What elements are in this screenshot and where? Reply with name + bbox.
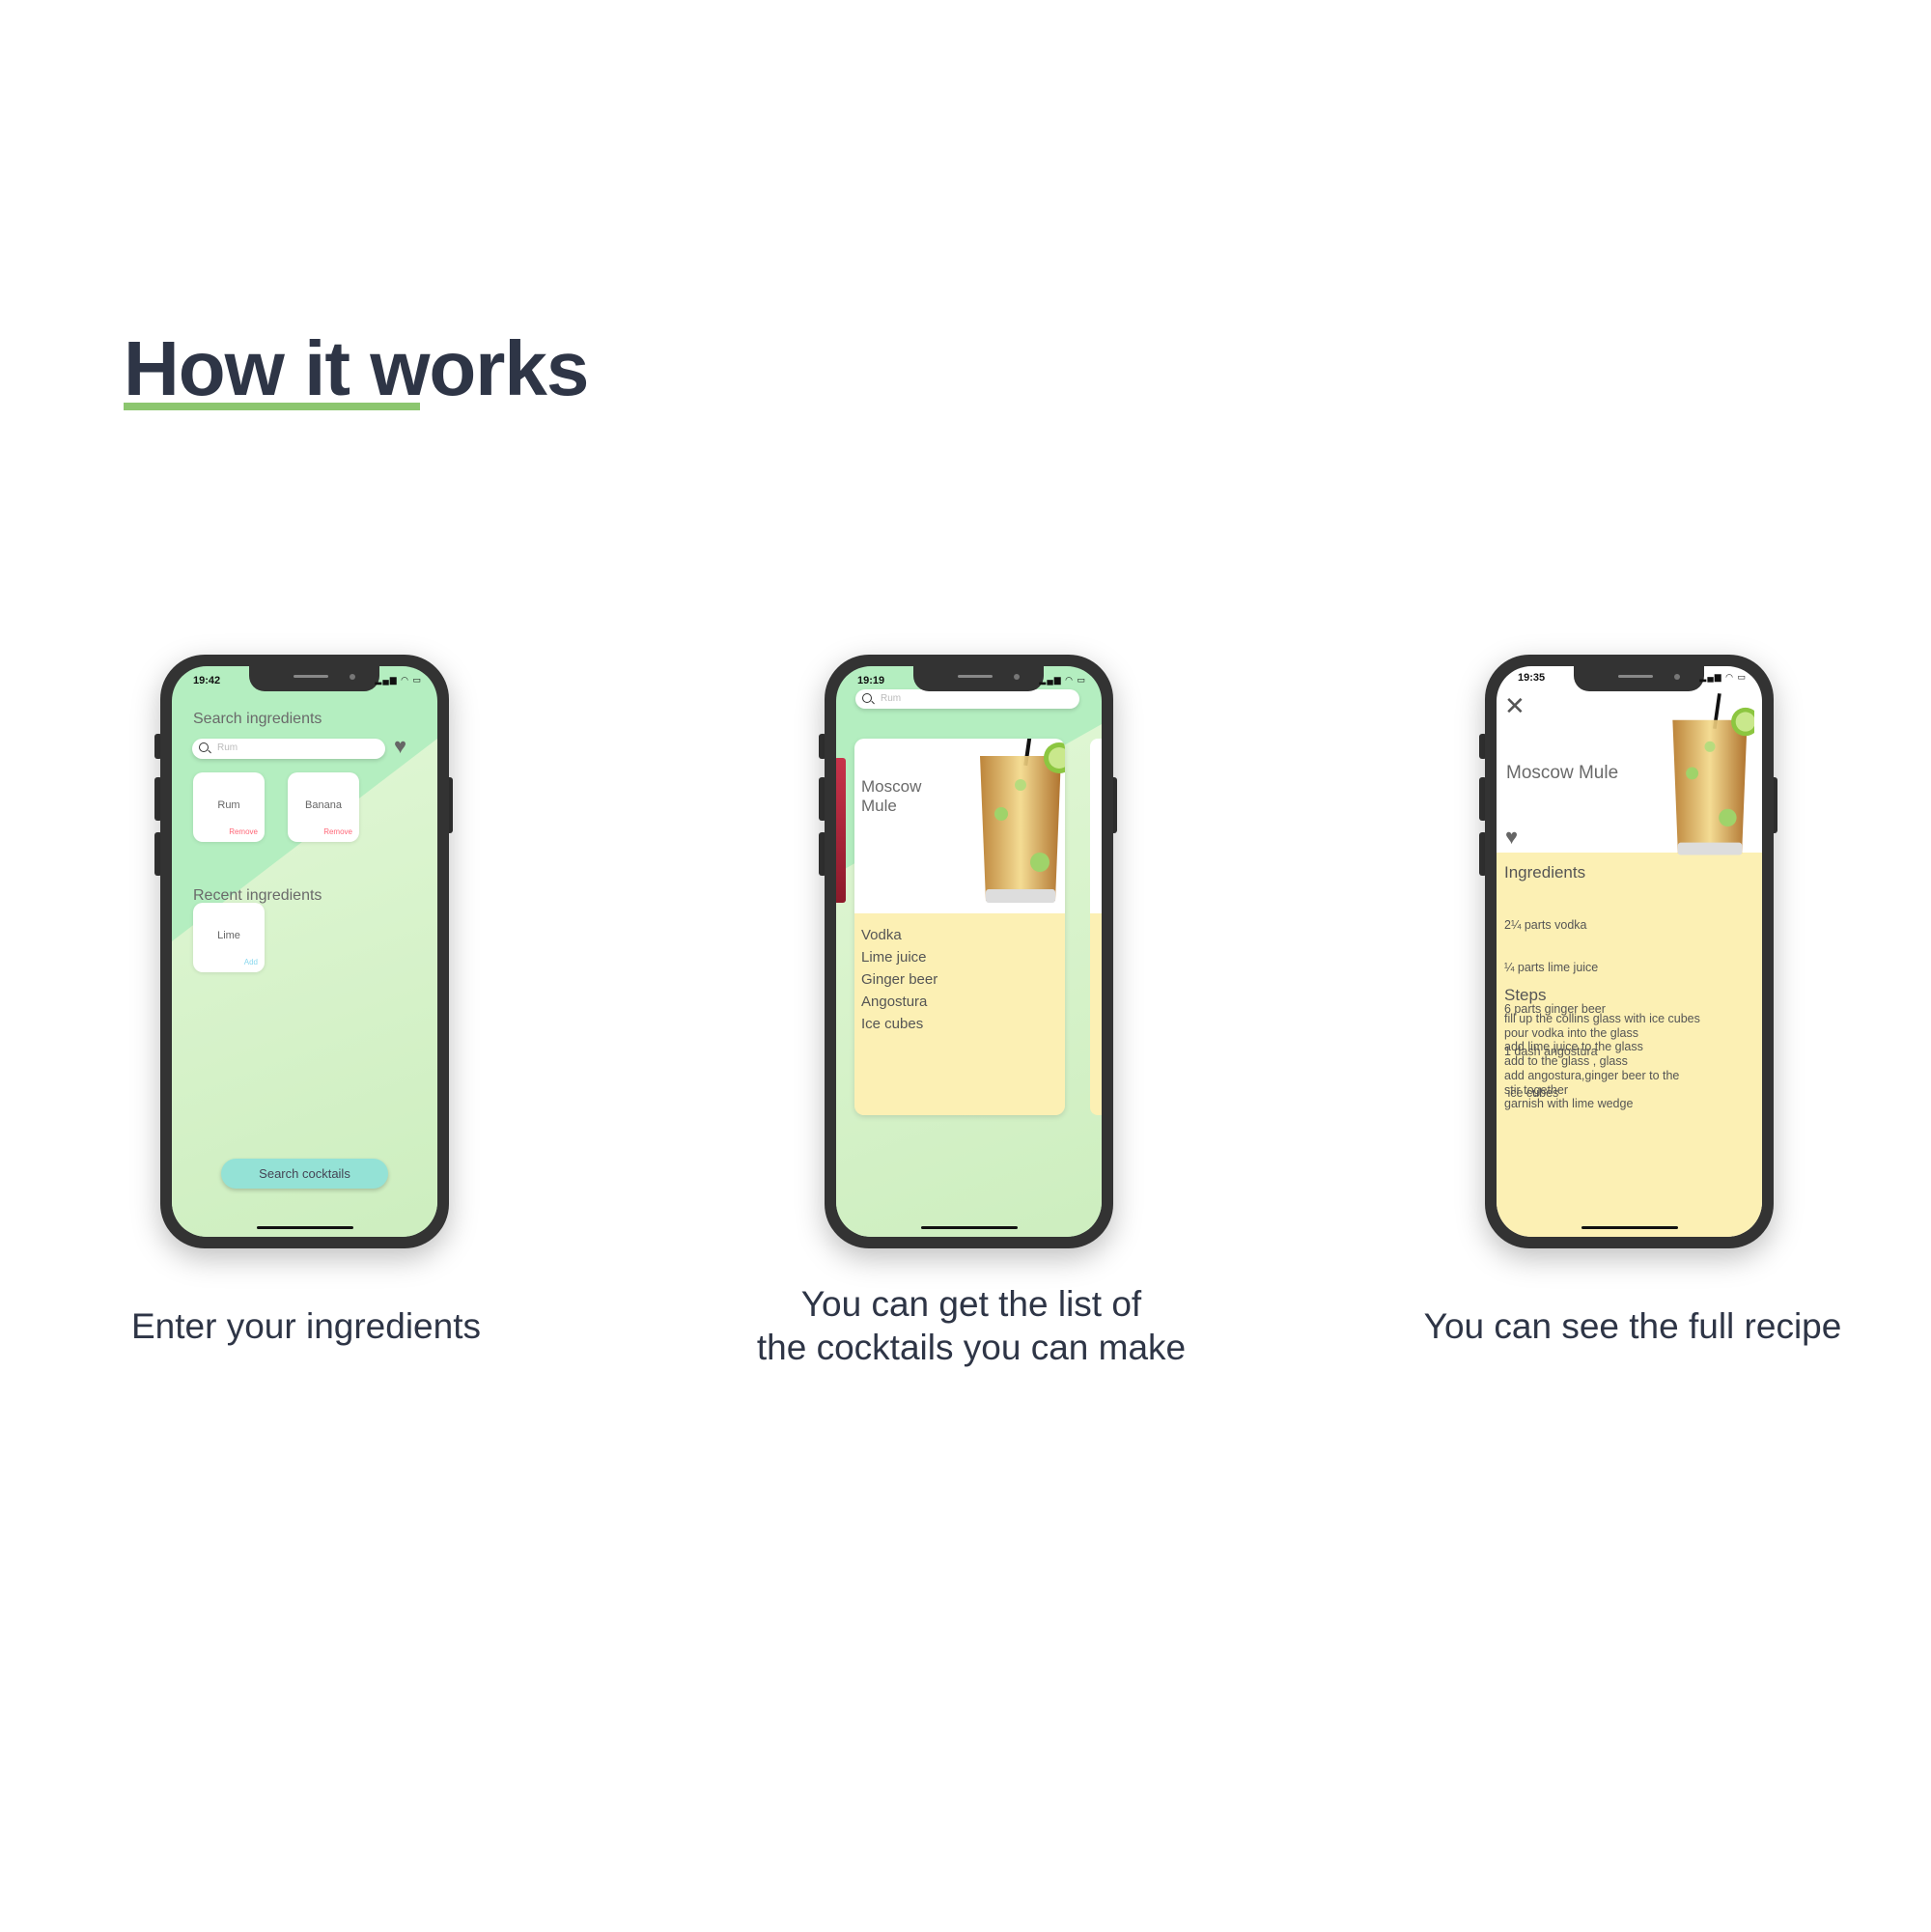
- recipe-step: add to the glass , glass: [1504, 1054, 1628, 1069]
- recipe-step: add lime juice to the glass: [1504, 1040, 1643, 1054]
- status-time: 19:19: [857, 675, 885, 686]
- step-caption-3: You can see the full recipe: [1423, 1306, 1842, 1346]
- close-icon[interactable]: ✕: [1504, 693, 1525, 718]
- recipe-ingredient: 2¼ parts vodka: [1504, 918, 1587, 932]
- notch: [249, 666, 379, 691]
- ingredients-heading: Ingredients: [1504, 863, 1586, 882]
- search-icon: [862, 693, 872, 703]
- recipe-step: stir together: [1504, 1082, 1569, 1097]
- home-indicator: [921, 1226, 1018, 1229]
- ingredient-item: Ginger beer: [861, 971, 938, 988]
- home-indicator: [1581, 1226, 1678, 1229]
- status-time: 19:35: [1518, 672, 1546, 684]
- notch: [1574, 666, 1704, 691]
- recipe-step: pour vodka into the glass: [1504, 1025, 1638, 1040]
- ingredient-list: Vodka Lime juice Ginger beer Angostura I…: [861, 924, 938, 1035]
- ingredient-card-banana: Banana Remove: [288, 772, 359, 842]
- phone-search-ingredients: 19:42 ▂▄▆ ◠ ▭ Search ingredients Rum ♥ R…: [160, 655, 449, 1248]
- screen: 19:42 ▂▄▆ ◠ ▭ Search ingredients Rum ♥ R…: [172, 666, 437, 1237]
- search-placeholder: Rum: [217, 742, 238, 753]
- ingredient-item: Vodka: [861, 927, 902, 943]
- ingredient-name: Lime: [217, 930, 240, 941]
- status-icons: ▂▄▆ ◠ ▭: [1699, 672, 1747, 682]
- remove-button[interactable]: Remove: [323, 827, 352, 836]
- search-cocktails-button[interactable]: Search cocktails: [221, 1159, 388, 1189]
- recipe-step: add angostura,ginger beer to the: [1504, 1068, 1680, 1082]
- cocktail-glass-image: [1665, 693, 1754, 862]
- step-caption-2: You can get the list of the cocktails you…: [756, 1284, 1187, 1367]
- add-button[interactable]: Add: [244, 958, 258, 966]
- favorite-heart-icon[interactable]: ♥: [1505, 826, 1518, 848]
- status-icons: ▂▄▆ ◠ ▭: [375, 675, 422, 685]
- next-cocktail-card-peek[interactable]: [1090, 739, 1102, 1115]
- ingredient-item: Ice cubes: [861, 1016, 924, 1032]
- steps-heading: Steps: [1504, 986, 1547, 1004]
- step-caption-1: Enter your ingredients: [131, 1306, 481, 1346]
- search-icon: [199, 742, 209, 752]
- status-time: 19:42: [193, 675, 221, 686]
- remove-button[interactable]: Remove: [229, 827, 258, 836]
- search-placeholder: Rum: [881, 693, 902, 704]
- recipe-ingredient: ¼ parts lime juice: [1504, 960, 1599, 974]
- notch: [913, 666, 1044, 691]
- recipe-step: garnish with lime wedge: [1504, 1097, 1634, 1111]
- recipe-step-list: fill up the collins glass with ice cubes…: [1504, 1012, 1700, 1111]
- screen: 19:35 ▂▄▆ ◠ ▭ ✕ Moscow Mule ♥ Ingredient…: [1497, 666, 1762, 1237]
- ingredient-name: Banana: [305, 799, 342, 811]
- status-icons: ▂▄▆ ◠ ▭: [1039, 675, 1086, 685]
- recent-card-lime: Lime Add: [193, 903, 265, 972]
- recipe-step: fill up the collins glass with ice cubes: [1504, 1012, 1700, 1025]
- cocktail-title: Moscow Mule: [1506, 763, 1619, 783]
- cocktail-glass-image: [972, 739, 1065, 910]
- ingredient-item: Lime juice: [861, 949, 927, 966]
- page-title: How it works: [124, 325, 589, 411]
- favorites-heart-icon[interactable]: ♥: [394, 736, 406, 757]
- ingredient-search-input[interactable]: Rum: [192, 739, 385, 759]
- ingredient-item: Angostura: [861, 994, 928, 1010]
- search-ingredients-label: Search ingredients: [193, 711, 322, 727]
- home-indicator: [257, 1226, 353, 1229]
- cocktail-name: Moscow Mule: [861, 777, 922, 815]
- ingredient-card-rum: Rum Remove: [193, 772, 265, 842]
- cocktail-search-input[interactable]: Rum: [855, 689, 1079, 709]
- previous-cocktail-card-peek[interactable]: [836, 758, 846, 903]
- phone-recipe-detail: 19:35 ▂▄▆ ◠ ▭ ✕ Moscow Mule ♥ Ingredient…: [1485, 655, 1774, 1248]
- cocktail-card-moscow-mule[interactable]: Moscow Mule Vodka Lime juice Ginger beer …: [854, 739, 1065, 1115]
- phone-cocktail-list: 19:19 ▂▄▆ ◠ ▭ Rum Moscow Mule Vodka Lime …: [825, 655, 1113, 1248]
- screen: 19:19 ▂▄▆ ◠ ▭ Rum Moscow Mule Vodka Lime …: [836, 666, 1102, 1237]
- ingredient-name: Rum: [217, 799, 240, 811]
